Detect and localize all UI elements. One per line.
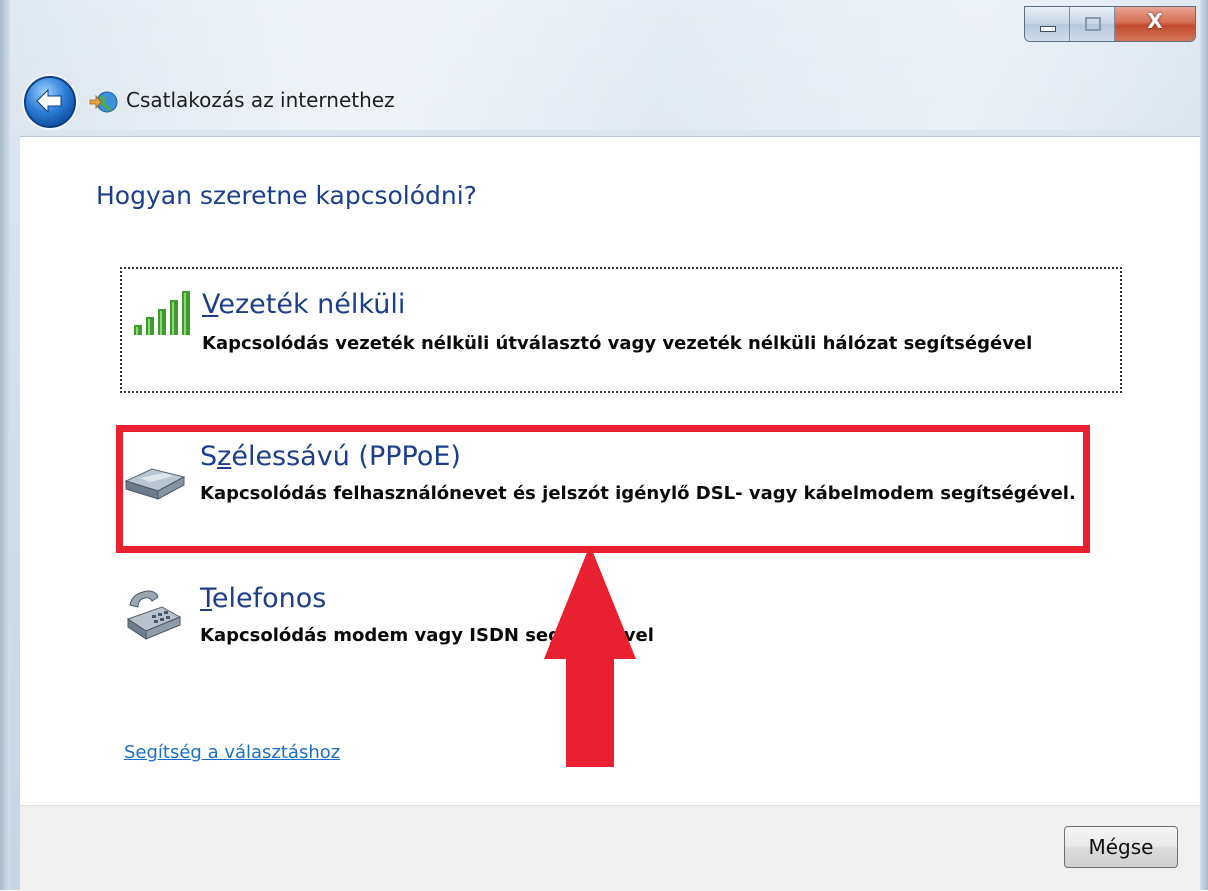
telephone-icon: [126, 590, 182, 640]
accelerator-key: T: [200, 583, 212, 614]
window-title: Csatlakozás az internethez: [126, 88, 395, 112]
option-title-text: elefonos: [211, 583, 327, 614]
page-heading: Hogyan szeretne kapcsolódni?: [96, 181, 477, 210]
cancel-button[interactable]: Mégse: [1064, 826, 1178, 868]
option-wireless-description: Kapcsolódás vezeték nélküli útválasztó v…: [202, 333, 1033, 354]
option-dial-up-title: Telefonos: [200, 583, 326, 614]
option-title-text: ezeték nélküli: [218, 289, 406, 320]
internet-connection-icon: [89, 91, 118, 113]
window-right-border: [1200, 0, 1208, 890]
window-left-border: [0, 0, 10, 890]
content-panel: Hogyan szeretne kapcsolódni? Vezeték nél…: [20, 136, 1200, 805]
option-wireless-title: Vezeték nélküli: [202, 289, 405, 320]
minimize-button[interactable]: [1025, 7, 1070, 41]
button-bar: Mégse: [20, 805, 1200, 891]
help-link[interactable]: Segítség a választáshoz: [124, 742, 340, 763]
maximize-button[interactable]: [1070, 7, 1115, 41]
accelerator-key: V: [202, 289, 219, 320]
window-caption-buttons: X: [1024, 6, 1196, 42]
annotation-arrow-icon: [544, 545, 636, 767]
option-wireless[interactable]: Vezeték nélküli Kapcsolódás vezeték nélk…: [120, 267, 1122, 393]
close-icon: X: [1147, 9, 1163, 33]
close-button[interactable]: X: [1115, 7, 1195, 41]
back-arrow-icon: [36, 88, 62, 114]
wireless-signal-icon: [134, 291, 190, 335]
annotation-highlight-box: [116, 425, 1090, 553]
back-button[interactable]: [24, 76, 76, 128]
